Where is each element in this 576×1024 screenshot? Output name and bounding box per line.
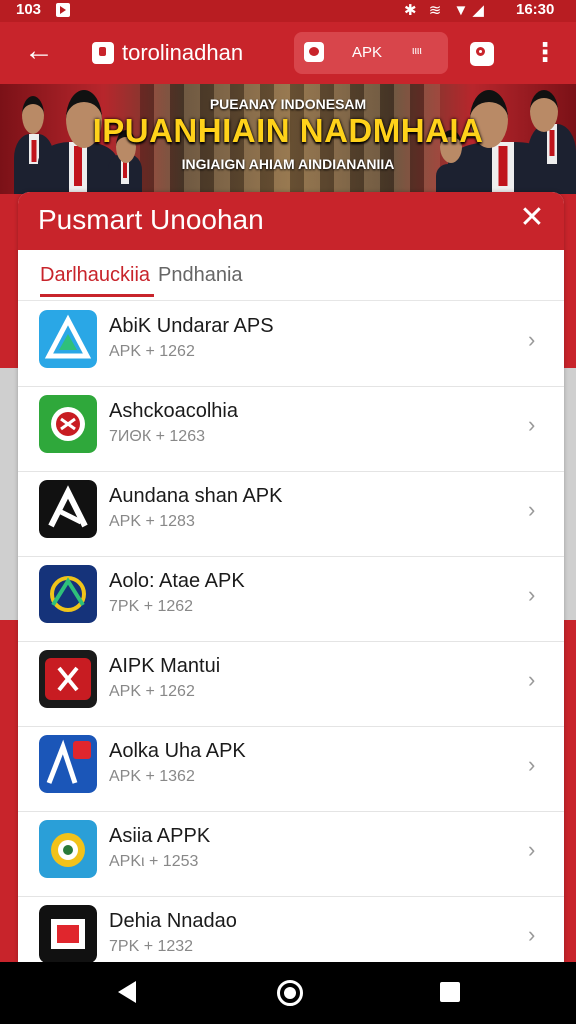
ar-logo-icon xyxy=(39,735,97,793)
status-clock: 16:30 xyxy=(516,1,555,18)
garuda-logo-icon xyxy=(39,565,97,623)
list-item[interactable]: Dehia Nnadao 7PK + 1232 › xyxy=(18,896,564,962)
app-name: Ashckoacolhia xyxy=(109,400,238,422)
chevron-right-icon: › xyxy=(528,497,536,522)
nav-home-icon[interactable] xyxy=(277,980,303,1006)
chip-label: APK xyxy=(352,44,383,61)
app-name: AbiK Undarar APS xyxy=(109,315,274,337)
system-nav-bar xyxy=(0,962,576,1024)
search-icon[interactable] xyxy=(470,42,494,66)
chevron-right-icon: › xyxy=(528,412,536,437)
box-logo-icon xyxy=(39,905,97,962)
app-name: Asiia APPK xyxy=(109,825,211,847)
tab-secondary[interactable]: Pndhania xyxy=(158,264,243,287)
close-icon[interactable]: ✕ xyxy=(518,203,546,233)
chat-icon xyxy=(304,42,324,62)
emblem-logo-icon xyxy=(39,820,97,878)
hero-banner[interactable]: PUEANAY INDONESAM IPUANHIAIN NADMHAIA IN… xyxy=(0,84,576,194)
banner-title-line2: IPUANHIAIN NADMHAIA xyxy=(92,112,484,149)
status-icons: ✱ ≋ ▼◢ xyxy=(404,2,488,19)
status-time-left: 103 xyxy=(16,1,42,18)
list-item[interactable]: Asiia APPK APKι + 1253 › xyxy=(18,811,564,897)
tab-primary[interactable]: Darlhauckiia xyxy=(40,264,150,287)
app-meta: APKι + 1253 xyxy=(109,853,199,870)
tab-bar: Darlhauckiia Pndhania xyxy=(18,250,564,301)
apk-chip[interactable]: APK ιιιι xyxy=(294,32,448,74)
back-arrow-icon[interactable]: ← xyxy=(24,36,58,70)
banner-title-line1: PUEANAY INDONESAM xyxy=(209,96,367,112)
chevron-right-icon: › xyxy=(528,752,536,777)
app-name: Aundana shan APK xyxy=(109,485,283,507)
chevron-right-icon: › xyxy=(528,922,536,947)
list-item[interactable]: AIPK Mantui APK + 1262 › xyxy=(18,641,564,727)
app-name: Aolo: Atae APK xyxy=(109,570,245,592)
app-meta: 7PK + 1262 xyxy=(109,598,194,615)
sheet-title: Pusmart Unoohan xyxy=(38,204,264,235)
app-list-sheet: Pusmart Unoohan ✕ Darlhauckiia Pndhania … xyxy=(18,192,564,962)
app-meta: APK + 1362 xyxy=(109,768,195,785)
app-name: AIPK Mantui xyxy=(109,655,221,677)
app-meta: APK + 1262 xyxy=(109,683,195,700)
app-bar: ← torolinadhan APK ιιιι ⋮ xyxy=(0,22,576,84)
nav-recents-icon[interactable] xyxy=(440,982,460,1002)
a-mark-logo-icon xyxy=(39,480,97,538)
chevron-right-icon: › xyxy=(528,837,536,862)
list-item[interactable]: AbiK Undarar APS APK + 1262 › xyxy=(18,301,564,387)
list-item[interactable]: Ashckoacolhia 7ИΘК + 1263 › xyxy=(18,386,564,472)
list-item[interactable]: Aundana shan APK APK + 1283 › xyxy=(18,471,564,557)
sheet-header: Pusmart Unoohan ✕ xyxy=(18,192,564,250)
overflow-menu-icon[interactable]: ⋮ xyxy=(532,38,558,68)
list-item[interactable]: Aolo: Atae APK 7PK + 1262 › xyxy=(18,556,564,642)
status-bar: 103 ✱ ≋ ▼◢ 16:30 xyxy=(0,0,576,22)
tab-indicator xyxy=(40,294,154,297)
signal-icon: ιιιι xyxy=(412,45,422,57)
app-meta: APK + 1262 xyxy=(109,343,195,360)
chevron-right-icon: › xyxy=(528,327,536,352)
shield-logo-icon xyxy=(39,650,97,708)
site-badge-icon xyxy=(92,42,114,64)
notification-icon xyxy=(56,3,70,17)
chevron-right-icon: › xyxy=(528,667,536,692)
app-meta: 7PK + 1232 xyxy=(109,938,194,955)
app-name: Dehia Nnadao xyxy=(109,910,237,932)
list-item[interactable]: Aolka Uha APK APK + 1362 › xyxy=(18,726,564,812)
chevron-right-icon: › xyxy=(528,582,536,607)
app-meta: 7ИΘК + 1263 xyxy=(109,428,205,445)
nav-back-icon[interactable] xyxy=(118,981,136,1003)
app-name: Aolka Uha APK xyxy=(109,740,246,762)
crest-logo-icon xyxy=(39,395,97,453)
site-title[interactable]: torolinadhan xyxy=(122,40,243,66)
banner-title-line3: INGIAIGN AHIAM AINDIANANIIA xyxy=(181,156,395,172)
triangle-logo-icon xyxy=(39,310,97,368)
app-meta: APK + 1283 xyxy=(109,513,195,530)
